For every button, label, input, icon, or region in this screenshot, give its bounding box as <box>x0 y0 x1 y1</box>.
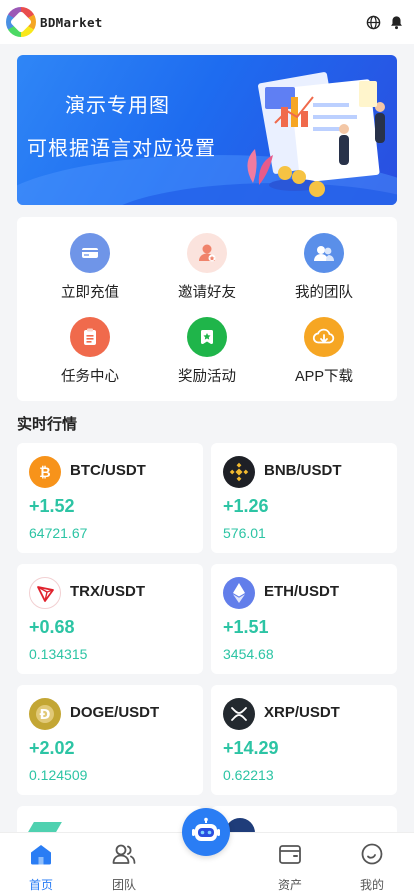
globe-icon[interactable] <box>366 15 381 30</box>
task-icon <box>70 317 110 357</box>
team-icon <box>304 233 344 273</box>
market-card-trx[interactable]: TRX/USDT +0.68 0.134315 <box>17 564 203 674</box>
btc-icon: ₿ <box>29 456 61 488</box>
doge-icon: Ð <box>29 698 61 730</box>
robot-icon[interactable] <box>182 808 230 856</box>
price-change: +1.52 <box>29 496 75 516</box>
price-change: +1.51 <box>223 617 269 637</box>
tab-team[interactable]: 团队 <box>89 839 159 893</box>
shortcut-invite[interactable]: 邀请好友 <box>152 233 262 302</box>
tab-label: 首页 <box>28 878 53 892</box>
profile-icon <box>337 839 407 869</box>
banner-illustration <box>247 72 385 197</box>
market-card-bnb[interactable]: BNB/USDT +1.26 576.01 <box>211 443 397 553</box>
pair-name: BNB/USDT <box>264 462 342 479</box>
top-actions <box>366 15 404 30</box>
promo-banner[interactable]: 演示专用图 可根据语言对应设置 <box>17 55 397 205</box>
download-icon <box>304 317 344 357</box>
svg-text:₿: ₿ <box>39 465 50 481</box>
market-section-title: 实时行情 <box>17 416 78 433</box>
pair-name: DOGE/USDT <box>70 704 160 721</box>
market-card-eth[interactable]: ETH/USDT +1.51 3454.68 <box>211 564 397 674</box>
shortcut-team[interactable]: 我的团队 <box>269 233 379 302</box>
last-price: 0.124509 <box>29 767 88 783</box>
shortcut-label: 邀请好友 <box>178 285 236 301</box>
pair-name: TRX/USDT <box>70 583 145 600</box>
reward-icon <box>187 317 227 357</box>
banner-title: 演示专用图 <box>65 95 170 117</box>
bell-icon[interactable] <box>389 15 404 30</box>
bnb-icon <box>223 456 255 488</box>
last-price: 3454.68 <box>223 646 274 662</box>
top-bar: BDMarket <box>0 0 414 44</box>
shortcut-label: 奖励活动 <box>178 369 236 385</box>
shortcut-recharge[interactable]: 立即充值 <box>35 233 145 302</box>
pair-name: XRP/USDT <box>264 704 340 721</box>
market-card-doge[interactable]: Ð DOGE/USDT +2.02 0.124509 <box>17 685 203 795</box>
brand-name: BDMarket <box>40 14 103 30</box>
shortcut-app-download[interactable]: APP下载 <box>269 317 379 386</box>
tab-profile[interactable]: 我的 <box>337 839 407 893</box>
svg-text:Ð: Ð <box>40 708 51 723</box>
trx-icon <box>29 577 61 609</box>
tab-label: 资产 <box>277 878 302 892</box>
tab-label: 团队 <box>111 878 136 892</box>
price-change: +2.02 <box>29 738 75 758</box>
shortcut-label: 我的团队 <box>295 285 353 301</box>
last-price: 0.62213 <box>223 767 274 783</box>
wallet-icon <box>255 839 325 869</box>
market-card-xrp[interactable]: XRP/USDT +14.29 0.62213 <box>211 685 397 795</box>
last-price: 64721.67 <box>29 525 88 541</box>
shortcut-label: 任务中心 <box>61 369 119 385</box>
price-change: +1.26 <box>223 496 269 516</box>
price-change: +14.29 <box>223 738 279 758</box>
recharge-icon <box>70 233 110 273</box>
brand-logo <box>6 7 36 37</box>
coin-icon <box>28 822 62 832</box>
tab-label: 我的 <box>359 878 384 892</box>
shortcut-panel: 立即充值 邀请好友 我的团队 任务中心 奖励活动 APP下载 <box>17 217 397 401</box>
team-icon <box>89 839 159 869</box>
market-card-btc[interactable]: ₿ BTC/USDT +1.52 64721.67 <box>17 443 203 553</box>
shortcut-reward[interactable]: 奖励活动 <box>152 317 262 386</box>
pair-name: BTC/USDT <box>70 462 146 479</box>
last-price: 0.134315 <box>29 646 88 662</box>
price-change: +0.68 <box>29 617 75 637</box>
shortcut-task-center[interactable]: 任务中心 <box>35 317 145 386</box>
home-icon <box>6 839 76 869</box>
invite-icon <box>187 233 227 273</box>
tab-assets[interactable]: 资产 <box>255 839 325 893</box>
xrp-icon <box>223 698 255 730</box>
last-price: 576.01 <box>223 525 266 541</box>
shortcut-label: APP下载 <box>294 369 353 385</box>
banner-subtitle: 可根据语言对应设置 <box>27 138 216 160</box>
eth-icon <box>223 577 255 609</box>
pair-name: ETH/USDT <box>264 583 339 600</box>
shortcut-label: 立即充值 <box>61 285 119 301</box>
tab-home[interactable]: 首页 <box>6 839 76 893</box>
